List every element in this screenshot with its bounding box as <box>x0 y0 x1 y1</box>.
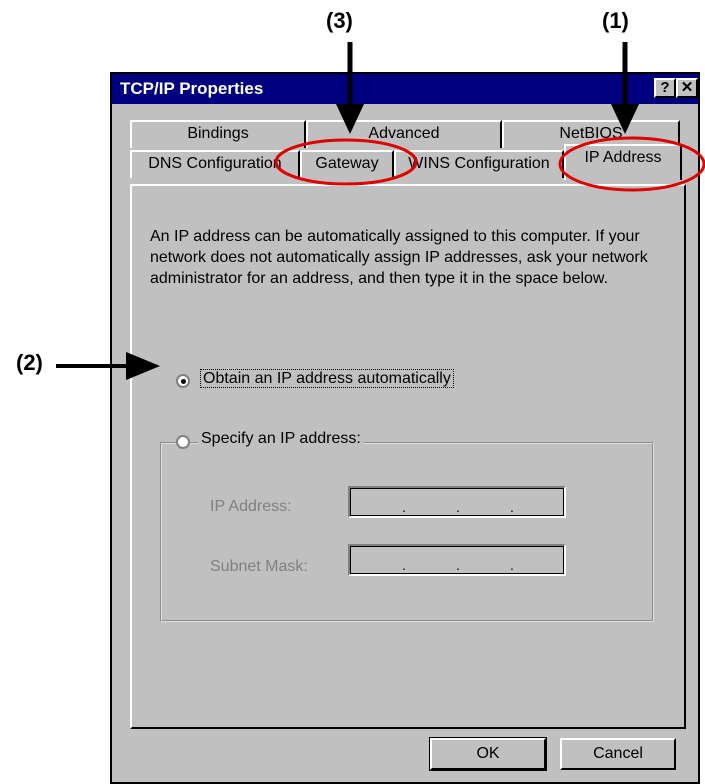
help-button[interactable]: ? <box>654 78 676 98</box>
tab-gateway[interactable]: Gateway <box>300 150 394 178</box>
close-button[interactable]: ✕ <box>676 78 698 98</box>
radio-selected-dot <box>181 379 186 384</box>
callout-one: (1) <box>602 8 629 33</box>
cancel-button[interactable]: Cancel <box>560 738 676 770</box>
tab-ip-address[interactable]: IP Address <box>564 144 682 180</box>
tab-wins-configuration[interactable]: WINS Configuration <box>394 150 564 178</box>
ip-address-label: IP Address: <box>210 498 292 515</box>
callout-two: (2) <box>16 350 43 375</box>
specify-ip-label[interactable]: Specify an IP address: <box>198 430 364 448</box>
tab-advanced[interactable]: Advanced <box>306 120 502 148</box>
ip-address-panel: An IP address can be automatically assig… <box>130 184 686 729</box>
obtain-automatically-radio[interactable] <box>176 374 190 388</box>
ok-button[interactable]: OK <box>429 737 547 771</box>
specify-ip-group: IP Address: ... Subnet Mask: ... <box>160 442 654 622</box>
subnet-mask-field[interactable]: ... <box>348 544 566 576</box>
tab-bindings[interactable]: Bindings <box>130 120 306 148</box>
tab-dns-configuration[interactable]: DNS Configuration <box>130 150 300 178</box>
specify-ip-radio[interactable] <box>176 435 190 449</box>
ip-address-field[interactable]: ... <box>348 486 566 518</box>
callout-three: (3) <box>326 8 353 33</box>
description-text: An IP address can be automatically assig… <box>150 228 648 287</box>
window-title: TCP/IP Properties <box>120 79 264 98</box>
title-bar: TCP/IP Properties ? ✕ <box>112 74 698 104</box>
obtain-automatically-label[interactable]: Obtain an IP address automatically <box>200 369 454 388</box>
tcpip-properties-window: TCP/IP Properties ? ✕ Bindings Advanced … <box>110 72 700 784</box>
subnet-mask-label: Subnet Mask: <box>210 558 308 575</box>
